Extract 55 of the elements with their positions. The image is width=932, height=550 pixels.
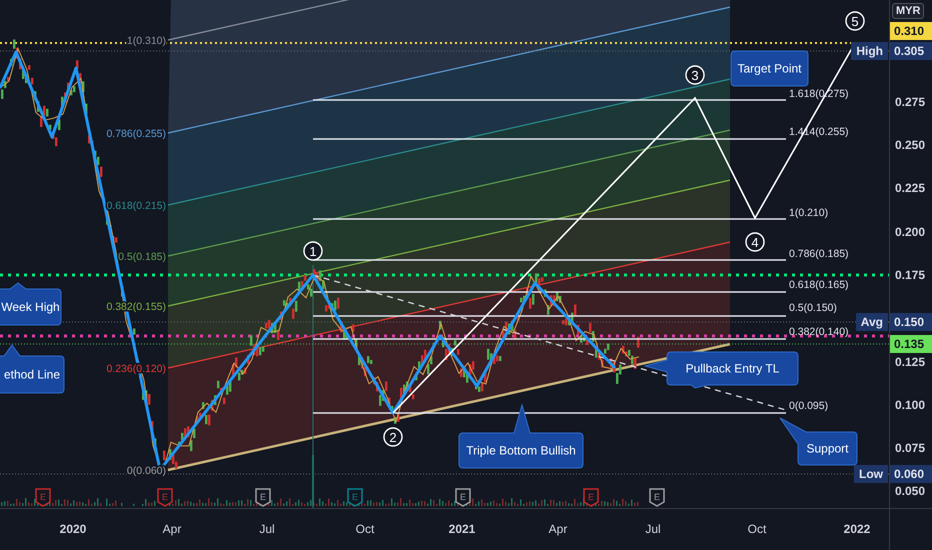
price-tick: 0.125 (895, 355, 926, 369)
fib-extension-label: 1(0.210) (789, 207, 828, 219)
callout-label: Target Point (737, 62, 802, 76)
earnings-letter: E (162, 492, 168, 502)
earnings-letter: E (352, 492, 358, 502)
earnings-letter: E (654, 492, 660, 502)
price-tag: 0.060 (890, 465, 932, 483)
price-tick: 0.275 (895, 95, 926, 109)
wave-number: 5 (851, 14, 859, 29)
time-label: Oct (748, 522, 766, 536)
time-label: Apr (162, 522, 182, 536)
price-tick: 0.250 (895, 138, 926, 152)
fib-level-label: 0.618(0.215) (106, 200, 166, 212)
time-label: Jul (645, 522, 661, 536)
earnings-letter: E (460, 492, 466, 502)
wave-number: 2 (389, 430, 397, 445)
fib-extension-label: 0.382(0.140) (789, 326, 849, 338)
time-label: Oct (356, 522, 374, 536)
callout-label: Week High (1, 300, 60, 314)
earnings-letter: E (588, 492, 594, 502)
price-tag: 0.310 (890, 22, 932, 40)
price-tick: 0.175 (895, 268, 926, 282)
price-tag: 0.150 (890, 313, 932, 331)
fib-extension-label: 0.5(0.150) (789, 302, 837, 314)
fib-extension-label: 0(0.095) (789, 400, 828, 412)
price-tick: 0.225 (895, 181, 926, 195)
time-label: 2020 (60, 522, 86, 536)
price-tick: 0.075 (895, 441, 926, 455)
price-tag-label: Low (854, 465, 888, 483)
time-label: 2021 (448, 522, 476, 536)
wave-number: 3 (691, 68, 699, 83)
price-tag-label: High (851, 42, 888, 60)
time-label: Jul (259, 522, 275, 536)
price-tick: 0.200 (895, 225, 926, 239)
price-tick: 0.100 (895, 398, 926, 412)
currency-button[interactable]: MYR (892, 3, 924, 19)
fib-extension-label: 0.786(0.185) (789, 248, 849, 260)
price-tick: 0.050 (895, 484, 926, 498)
wave-number: 4 (751, 235, 759, 250)
wave-number: 1 (309, 244, 317, 259)
fib-level-label: 0.786(0.255) (106, 128, 166, 140)
fib-level-label: 0.5(0.185) (118, 251, 166, 263)
fib-level-label: 1(0.310) (126, 35, 166, 47)
callout-label: Support (806, 442, 849, 456)
time-label: 2022 (844, 522, 870, 536)
earnings-letter: E (260, 492, 266, 502)
earnings-letter: E (40, 492, 46, 502)
callout-label: ethod Line (4, 368, 60, 382)
price-tag: 0.305 (890, 42, 932, 60)
price-tag: 0.135 (890, 335, 932, 353)
price-tag-label: Avg (856, 313, 888, 331)
callout-label: Triple Bottom Bullish (466, 444, 576, 458)
time-label: Apr (548, 522, 568, 536)
fib-extension-label: 0.618(0.165) (789, 279, 849, 291)
callout-label: Pullback Entry TL (686, 362, 780, 376)
